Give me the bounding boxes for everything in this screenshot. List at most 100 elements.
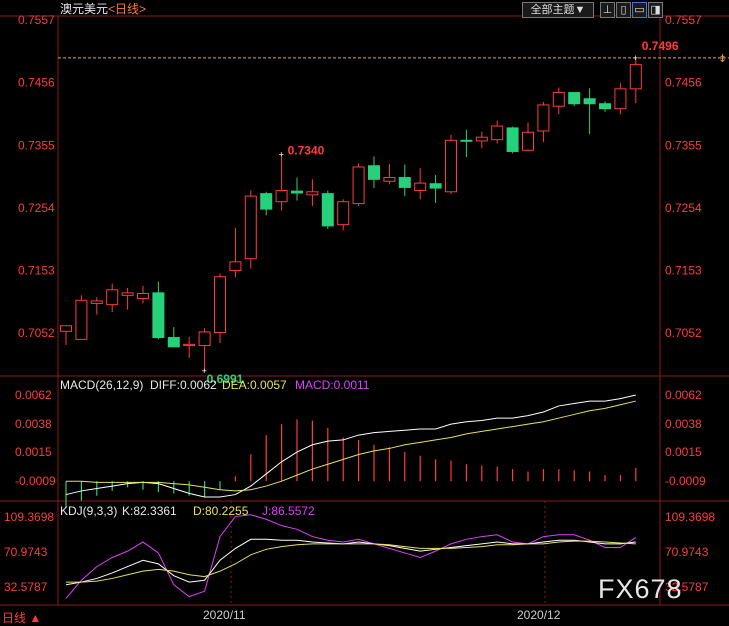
candle <box>414 168 427 200</box>
candle <box>183 336 196 358</box>
price-tick-right: 0.7355 <box>665 138 702 152</box>
kdj-d-line <box>66 540 636 583</box>
candle-body <box>629 64 642 90</box>
candle-body <box>229 261 242 272</box>
price-tick-left: 0.7557 <box>18 13 55 27</box>
macd-value-label: MACD:0.0011 <box>295 378 370 392</box>
kdj-tick-left: 32.5787 <box>4 580 48 594</box>
candle <box>75 295 88 340</box>
candle-body <box>522 131 534 151</box>
candlestick-series <box>60 57 642 371</box>
macd-tick-right: 0.0062 <box>665 388 702 402</box>
price-axis-left: 0.7557 0.7456 0.7355 0.7254 0.7153 0.7052 <box>18 13 55 340</box>
kdj-j-line <box>65 514 637 599</box>
candle-body <box>152 292 165 339</box>
high-annotation: 0.7496 <box>642 39 679 53</box>
candle <box>214 273 226 344</box>
candle <box>429 175 442 203</box>
price-tick-right: 0.7052 <box>665 326 702 340</box>
candle-body <box>60 325 72 332</box>
theme-select-label: 全部主题 <box>530 4 575 16</box>
candle-body <box>398 177 411 188</box>
price-tick-left: 0.7456 <box>18 76 55 90</box>
pin-icon[interactable]: ⊥ <box>600 2 615 18</box>
macd-title: MACD(26,12,9) <box>60 378 143 392</box>
kdj-tick-left: 70.9743 <box>4 545 48 559</box>
candle-body <box>260 193 273 210</box>
kdj-tick-right: 70.9743 <box>665 545 709 559</box>
candle-body <box>537 104 550 132</box>
chart-layout-icon[interactable]: ▯ <box>616 2 631 18</box>
price-tick-left: 0.7052 <box>18 326 55 340</box>
macd-diff-label: DIFF:0.0062 <box>150 378 217 392</box>
candle-body <box>568 92 581 105</box>
macd-dea-label: DEA:0.0057 <box>222 378 287 392</box>
candle-body <box>183 343 196 347</box>
candle-body <box>337 201 350 226</box>
candle <box>583 88 596 135</box>
candle <box>552 87 565 115</box>
candle <box>260 191 273 216</box>
candle <box>244 190 257 269</box>
candle-body <box>445 139 457 193</box>
candle <box>337 199 350 231</box>
candle <box>537 101 550 143</box>
price-tick-left: 0.7254 <box>18 201 55 215</box>
candle-body <box>506 127 519 152</box>
macd-diff-line <box>65 394 636 498</box>
date-label-dec: 2020/12 <box>517 608 561 622</box>
candle-body <box>552 92 565 107</box>
sidebar-toggle-icon[interactable]: ◨ <box>648 2 663 18</box>
kdj-j-label: J:86.5572 <box>262 504 315 518</box>
candle-body <box>75 299 88 340</box>
candle <box>321 190 334 229</box>
candle <box>445 134 457 195</box>
candle <box>90 297 103 315</box>
macd-dea-line <box>66 400 636 492</box>
candle-body <box>368 165 380 180</box>
macd-tick-left: -0.0009 <box>15 474 56 488</box>
candle-body <box>121 292 134 296</box>
price-tick-left: 0.7355 <box>18 138 55 152</box>
candle-body <box>491 125 504 141</box>
kdj-tick-left: 109.3698 <box>4 510 54 524</box>
period-tab[interactable]: 日线 ▲ <box>2 609 41 626</box>
candle <box>383 163 396 185</box>
theme-select[interactable]: 全部主题▼ <box>522 2 594 18</box>
candle-body <box>475 136 488 142</box>
candle-body <box>460 139 473 142</box>
candle <box>275 154 288 211</box>
candle-body <box>583 98 596 105</box>
candle <box>614 83 627 115</box>
candle <box>167 326 180 348</box>
macd-tick-left: 0.0062 <box>15 388 52 402</box>
mid-high-annotation: 0.7340 <box>288 144 325 158</box>
last-price-marker: ⇟ <box>718 53 727 65</box>
kdj-axis-left: 109.3698 70.9743 32.5787 <box>4 510 54 594</box>
candle <box>568 92 581 107</box>
window-icon[interactable]: ▭ <box>632 2 647 18</box>
candle <box>60 325 72 345</box>
macd-axis-right: 0.0062 0.0038 0.0015 -0.0009 <box>665 388 706 488</box>
candle-body <box>614 88 627 110</box>
watermark: FX678 <box>598 574 683 604</box>
forex-chart: 澳元美元 <日线> 0.7557 0.7456 0.7355 0.7254 0.7153… <box>0 2 729 622</box>
candle <box>137 286 149 304</box>
price-tick-right: 0.7153 <box>665 264 702 278</box>
candle-body <box>137 292 149 299</box>
period-tag[interactable]: <日线> <box>108 2 146 16</box>
candle <box>198 328 211 371</box>
candle <box>629 57 642 104</box>
annotation-cross: + <box>202 366 207 376</box>
macd-tick-right: 0.0038 <box>665 417 702 431</box>
candle <box>106 283 119 313</box>
symbol-title: 澳元美元 <box>60 2 108 16</box>
candle <box>152 281 165 340</box>
candle <box>506 126 519 154</box>
candle <box>306 179 319 207</box>
macd-tick-right: -0.0009 <box>665 474 706 488</box>
candle-body <box>599 103 611 110</box>
candle <box>291 177 303 201</box>
candle <box>475 131 488 149</box>
candle-body <box>383 177 396 182</box>
